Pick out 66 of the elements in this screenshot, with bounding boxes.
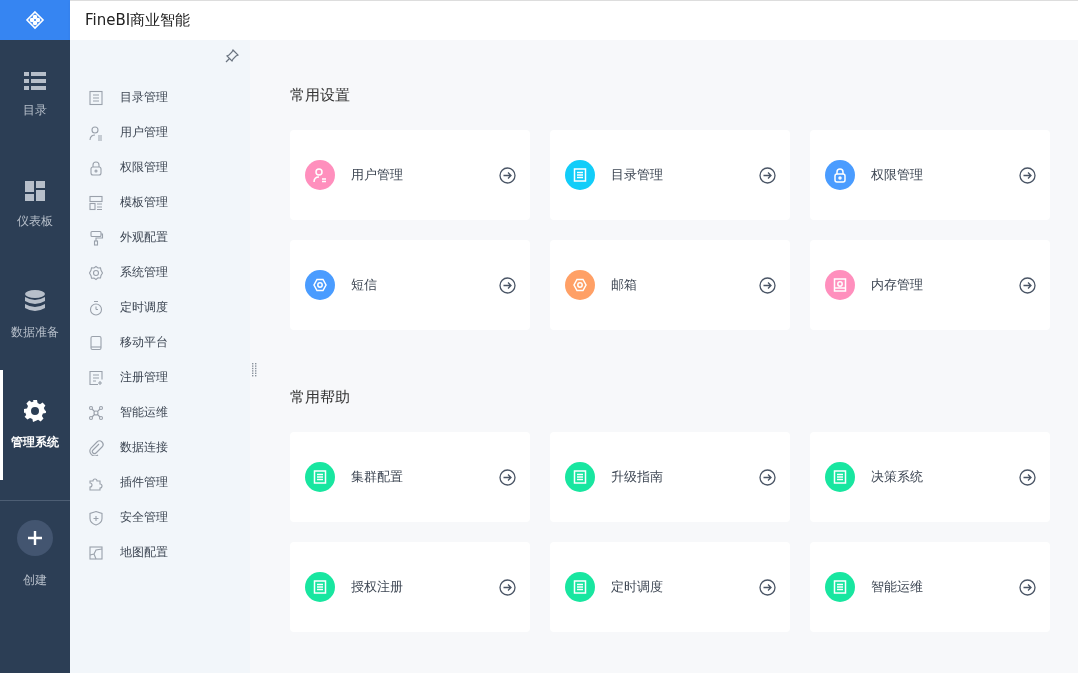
shortcut-card[interactable]: 目录管理 — [550, 130, 790, 220]
logo-tile[interactable] — [0, 0, 70, 40]
logo-icon — [25, 10, 45, 30]
sidebar-item[interactable]: 安全管理 — [70, 500, 250, 535]
arrow-right-icon — [499, 468, 516, 486]
create-label: 创建 — [23, 572, 47, 589]
sidebar-item[interactable]: 用户管理 — [70, 115, 250, 150]
nav-item[interactable]: 管理系统 — [0, 370, 70, 480]
sidebar-item[interactable]: 注册管理 — [70, 360, 250, 395]
sidebar-item[interactable]: 目录管理 — [70, 80, 250, 115]
arrow-right-icon — [1019, 276, 1036, 294]
shortcut-card[interactable]: 邮箱 — [550, 240, 790, 330]
sidebar-item[interactable]: 权限管理 — [70, 150, 250, 185]
sidebar-item[interactable]: 智能运维 — [70, 395, 250, 430]
sidebar-item[interactable]: 系统管理 — [70, 255, 250, 290]
shortcut-card[interactable]: 内存管理 — [810, 240, 1050, 330]
plus-icon — [27, 530, 43, 546]
phone-icon — [88, 334, 104, 351]
timer-icon — [88, 299, 104, 316]
settings-icon — [24, 399, 46, 422]
sidebar-item[interactable]: 模板管理 — [70, 185, 250, 220]
nav-item[interactable]: 数据准备 — [0, 260, 70, 370]
arrow-right-icon — [499, 578, 516, 596]
arrow-right-icon — [499, 166, 516, 184]
clip-icon — [88, 439, 104, 456]
shortcut-card[interactable]: 决策系统 — [810, 432, 1050, 522]
shortcut-card[interactable]: 用户管理 — [290, 130, 530, 220]
shortcut-card[interactable]: 短信 — [290, 240, 530, 330]
arrow-right-icon — [759, 578, 776, 596]
shortcut-card[interactable]: 定时调度 — [550, 542, 790, 632]
shortcut-card[interactable]: 权限管理 — [810, 130, 1050, 220]
arrow-right-icon — [759, 166, 776, 184]
user-icon — [88, 124, 104, 141]
arrow-right-icon — [1019, 578, 1036, 596]
sidebar-item[interactable]: 外观配置 — [70, 220, 250, 255]
pin-icon[interactable] — [225, 49, 239, 63]
app-title: FineBI商业智能 — [85, 11, 191, 30]
sidebar-item[interactable]: 插件管理 — [70, 465, 250, 500]
shield-icon — [88, 509, 104, 526]
section-title: 常用设置 — [290, 85, 351, 106]
brush-icon — [88, 229, 104, 246]
net-icon — [88, 404, 104, 421]
shortcut-card[interactable]: 智能运维 — [810, 542, 1050, 632]
list-icon — [88, 89, 104, 106]
sidebar-item[interactable]: 地图配置 — [70, 535, 250, 570]
arrow-right-icon — [499, 276, 516, 294]
database-icon — [25, 289, 45, 312]
list-icon — [24, 71, 46, 90]
sidebar-item[interactable]: 定时调度 — [70, 290, 250, 325]
section-title: 常用帮助 — [290, 387, 351, 408]
arrow-right-icon — [759, 468, 776, 486]
sidebar-item[interactable]: 数据连接 — [70, 430, 250, 465]
shortcut-card[interactable]: 集群配置 — [290, 432, 530, 522]
lock-icon — [88, 159, 104, 176]
arrow-right-icon — [1019, 468, 1036, 486]
settings-icon — [88, 264, 104, 281]
sidebar-item[interactable]: 移动平台 — [70, 325, 250, 360]
create-button[interactable] — [17, 520, 53, 556]
map-icon — [88, 544, 104, 561]
arrow-right-icon — [759, 276, 776, 294]
nav-item[interactable]: 仪表板 — [0, 150, 70, 260]
nav-item[interactable]: 目录 — [0, 40, 70, 150]
shortcut-card[interactable]: 升级指南 — [550, 432, 790, 522]
dashboard-icon — [25, 180, 45, 201]
arrow-right-icon — [1019, 166, 1036, 184]
shortcut-card[interactable]: 授权注册 — [290, 542, 530, 632]
